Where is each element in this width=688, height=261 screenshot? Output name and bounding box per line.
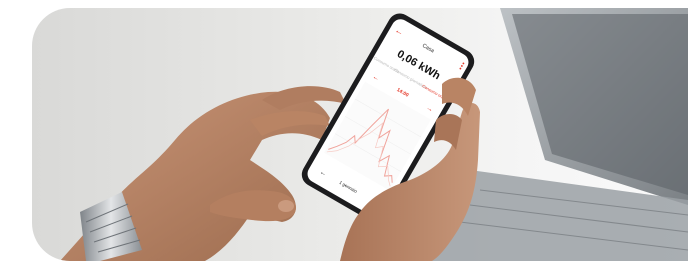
photo-frame: ← Casa 0,06 kWh Consumo orario Consumo g… [32, 8, 688, 261]
photo-scene: ← Casa 0,06 kWh Consumo orario Consumo g… [60, 8, 688, 261]
